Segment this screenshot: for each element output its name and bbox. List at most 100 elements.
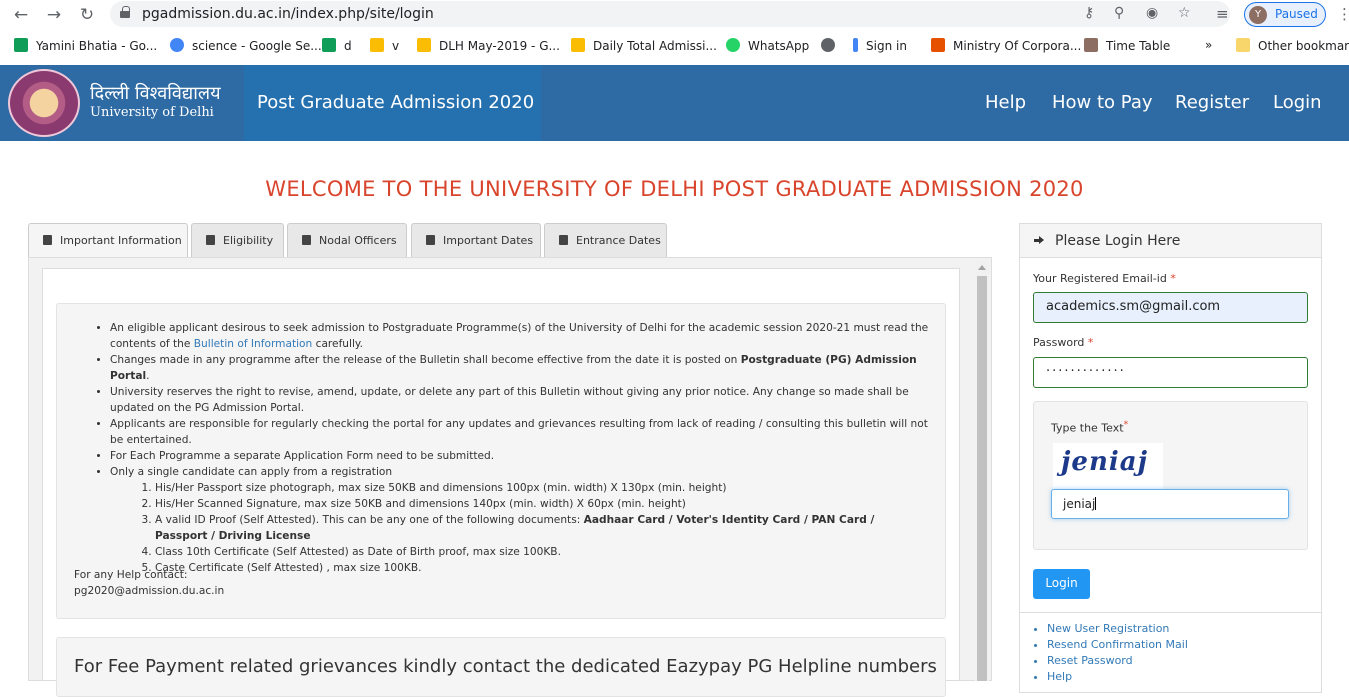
login-button[interactable]: Login <box>1033 569 1090 599</box>
site-title-box[interactable]: Post Graduate Admission 2020 <box>244 65 541 141</box>
bookmark-item[interactable]: WhatsApp <box>726 38 809 53</box>
drive-icon <box>571 38 585 52</box>
lock-icon <box>120 6 130 18</box>
sheets-icon <box>14 38 28 52</box>
bookmark-folder[interactable]: Other bookmarks <box>1236 38 1349 53</box>
book-icon <box>43 235 52 245</box>
bookmark-item[interactable]: v <box>370 38 399 53</box>
profile-button[interactable]: Y Paused <box>1244 2 1326 27</box>
list-item: For Each Programme a separate Applicatio… <box>110 448 930 464</box>
tab-entrance-dates[interactable]: Entrance Dates <box>544 223 667 257</box>
nav-help[interactable]: Help <box>985 92 1026 113</box>
site-header: दिल्ली विश्वविद्यालय University of Delhi… <box>0 65 1349 141</box>
list-item: Caste Certificate (Self Attested) , max … <box>155 560 930 576</box>
profile-status: Paused <box>1275 7 1318 21</box>
drive-icon <box>370 38 384 52</box>
signin-icon <box>853 38 858 52</box>
reload-icon[interactable]: ↻ <box>76 4 98 26</box>
text-cursor <box>1095 497 1097 510</box>
bookmarks-bar: Yamini Bhatia - Go... science - Google S… <box>0 32 1349 60</box>
eye-off-icon[interactable]: ◉ <box>1146 5 1158 21</box>
help-email: pg2020@admission.du.ac.in <box>74 585 225 597</box>
registration-requirements: His/Her Passport size photograph, max si… <box>155 480 930 576</box>
login-heading: Please Login Here <box>1055 233 1181 249</box>
list-item: Only a single candidate can apply from a… <box>110 464 930 576</box>
password-label: Password * <box>1033 336 1094 349</box>
welcome-heading: WELCOME TO THE UNIVERSITY OF DELHI POST … <box>265 177 1084 201</box>
scroll-up-arrow-icon[interactable] <box>978 265 986 270</box>
captcha-label: Type the Text* <box>1051 419 1129 435</box>
forward-arrow-icon[interactable]: → <box>43 4 65 26</box>
bulletin-link[interactable]: Bulletin of Information <box>194 338 312 350</box>
list-item: An eligible applicant desirous to seek a… <box>110 320 930 352</box>
university-name-english: University of Delhi <box>90 105 214 120</box>
list-item: His/Her Passport size photograph, max si… <box>155 480 930 496</box>
password-field[interactable]: ············· <box>1033 357 1308 388</box>
google-icon <box>170 38 184 52</box>
bookmark-item[interactable]: Ministry Of Corpora... <box>931 38 1081 53</box>
bookmark-item[interactable]: Sign in <box>853 38 907 53</box>
captcha-image[interactable]: jeniaj <box>1053 443 1163 489</box>
book-icon <box>206 235 215 245</box>
browser-chrome: ← → ↻ pgadmission.du.ac.in/index.php/sit… <box>0 0 1349 65</box>
nav-login[interactable]: Login <box>1273 92 1322 113</box>
scroll-thumb[interactable] <box>977 276 987 681</box>
university-logo[interactable] <box>8 69 80 137</box>
login-panel-header: Please Login Here <box>1020 224 1321 258</box>
folder-icon <box>1236 38 1250 52</box>
list-item: His/Her Scanned Signature, max size 50KB… <box>155 496 930 512</box>
site-title: Post Graduate Admission 2020 <box>257 92 535 113</box>
sheets-icon <box>322 38 336 52</box>
emblem-icon <box>931 38 945 52</box>
star-icon[interactable]: ☆ <box>1178 5 1191 21</box>
bookmark-item[interactable]: Time Table <box>1084 38 1170 53</box>
drive-icon <box>417 38 431 52</box>
menu-dots-icon[interactable]: ⋮ <box>1337 5 1349 23</box>
whatsapp-icon <box>726 38 740 52</box>
bookmark-item[interactable]: Yamini Bhatia - Go... <box>14 38 157 53</box>
url-bar[interactable]: pgadmission.du.ac.in/index.php/site/logi… <box>110 1 1230 27</box>
key-icon[interactable]: ⚷ <box>1084 5 1094 21</box>
address-bar-row: ← → ↻ pgadmission.du.ac.in/index.php/sit… <box>0 0 1349 30</box>
tab-important-information[interactable]: Important Information <box>28 223 188 257</box>
nav-how-to-pay[interactable]: How to Pay <box>1052 92 1153 113</box>
bookmark-item[interactable]: d <box>322 38 352 53</box>
calendar-icon <box>426 235 435 245</box>
url-text: pgadmission.du.ac.in/index.php/site/logi… <box>142 6 434 22</box>
avatar: Y <box>1249 6 1267 24</box>
media-queue-icon[interactable]: ≡ <box>1216 5 1229 23</box>
tab-eligibility[interactable]: Eligibility <box>191 223 284 257</box>
email-label: Your Registered Email-id * <box>1033 272 1176 285</box>
calendar-icon <box>559 235 568 245</box>
captcha-image-text: jeniaj <box>1061 447 1148 477</box>
bank-icon <box>302 235 311 245</box>
university-name-hindi: दिल्ली विश्वविद्यालय <box>90 83 221 104</box>
reset-password-link[interactable]: Reset Password <box>1047 653 1188 669</box>
timetable-icon <box>1084 38 1098 52</box>
globe-icon[interactable] <box>821 38 835 53</box>
list-item: Applicants are responsible for regularly… <box>110 416 930 448</box>
bookmark-item[interactable]: science - Google Se... <box>170 38 322 53</box>
nav-register[interactable]: Register <box>1175 92 1249 113</box>
zoom-icon[interactable]: ⚲ <box>1114 5 1124 21</box>
list-item: Class 10th Certificate (Self Attested) a… <box>155 544 930 560</box>
account-links: New User Registration Resend Confirmatio… <box>1047 621 1188 685</box>
more-bookmarks-chevron-icon[interactable]: » <box>1205 38 1212 52</box>
list-item: University reserves the right to revise,… <box>110 384 930 416</box>
bookmark-item[interactable]: DLH May-2019 - G... <box>417 38 560 53</box>
captcha-input[interactable]: jeniaj <box>1051 489 1289 519</box>
tab-important-dates[interactable]: Important Dates <box>411 223 541 257</box>
new-user-registration-link[interactable]: New User Registration <box>1047 621 1188 637</box>
list-item: Changes made in any programme after the … <box>110 352 930 384</box>
help-label: For any Help contact: <box>74 569 188 581</box>
tab-nodal-officers[interactable]: Nodal Officers <box>287 223 407 257</box>
back-arrow-icon[interactable]: ← <box>10 4 32 26</box>
fee-grievance-text: For Fee Payment related grievances kindl… <box>74 656 937 677</box>
list-item: A valid ID Proof (Self Attested). This c… <box>155 512 930 544</box>
email-field[interactable]: academics.sm@gmail.com <box>1033 292 1308 323</box>
help-link[interactable]: Help <box>1047 669 1188 685</box>
bookmark-item[interactable]: Daily Total Admissi... <box>571 38 717 53</box>
resend-confirmation-link[interactable]: Resend Confirmation Mail <box>1047 637 1188 653</box>
content-scrollbar[interactable] <box>975 262 989 681</box>
sign-in-icon <box>1034 235 1046 246</box>
